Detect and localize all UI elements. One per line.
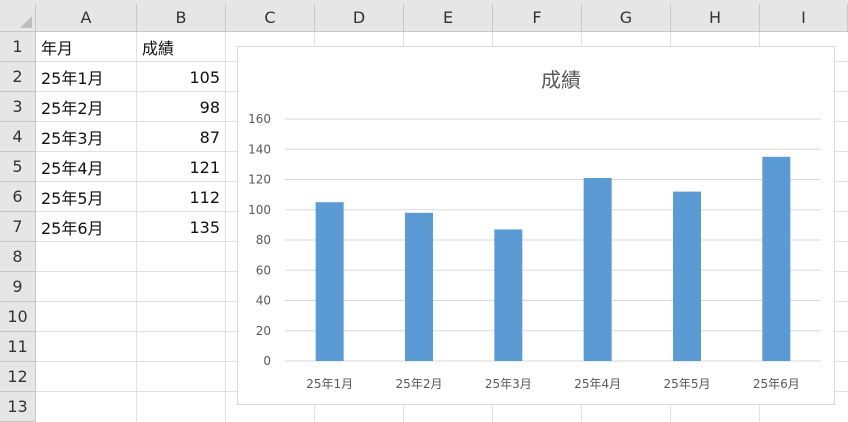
x-tick-label: 25年1月 — [306, 377, 353, 391]
y-tick-label: 0 — [263, 354, 271, 368]
cell-b4[interactable]: 87 — [137, 122, 225, 152]
chart-title: 成績 — [541, 68, 581, 92]
y-tick-label: 100 — [248, 203, 271, 217]
cell-b5[interactable]: 121 — [137, 152, 225, 182]
row-header-7[interactable]: 7 — [0, 212, 36, 242]
chart-bar — [762, 156, 791, 361]
cell-a2[interactable]: 25年1月 — [36, 62, 136, 92]
y-tick-label: 160 — [248, 112, 271, 126]
row-header-9[interactable]: 9 — [0, 272, 36, 302]
row-header-13[interactable]: 13 — [0, 392, 36, 422]
x-tick-label: 25年5月 — [664, 377, 711, 391]
row-header-1[interactable]: 1 — [0, 32, 36, 62]
row-header-12[interactable]: 12 — [0, 362, 36, 392]
cell-b3[interactable]: 98 — [137, 92, 225, 122]
x-tick-label: 25年4月 — [574, 377, 621, 391]
row-header-3[interactable]: 3 — [0, 92, 36, 122]
y-tick-label: 80 — [256, 233, 271, 247]
spreadsheet-grid[interactable]: A B C D E F G H I 1 2 3 4 5 6 7 8 9 10 1… — [0, 0, 848, 422]
column-header-e[interactable]: E — [404, 4, 493, 32]
chart-bar — [673, 191, 701, 361]
column-header-c[interactable]: C — [226, 4, 315, 32]
row-header-10[interactable]: 10 — [0, 302, 36, 332]
chart-bar — [494, 229, 523, 361]
y-tick-label: 140 — [248, 142, 271, 156]
y-tick-label: 120 — [248, 173, 271, 187]
column-header-b[interactable]: B — [137, 4, 226, 32]
select-all-corner[interactable] — [0, 4, 36, 32]
row-header-8[interactable]: 8 — [0, 242, 36, 272]
column-header-g[interactable]: G — [582, 4, 671, 32]
x-tick-label: 25年3月 — [485, 377, 532, 391]
x-tick-label: 25年6月 — [753, 377, 800, 391]
chart-canvas: 成績 0 20 40 60 80 100 120 140 160 25年1月 25年2月 25年3月 25… — [248, 68, 821, 391]
y-tick-label: 60 — [256, 263, 271, 277]
column-header-h[interactable]: H — [671, 4, 760, 32]
column-header-i[interactable]: I — [760, 4, 848, 32]
chart-bar — [405, 212, 433, 361]
embedded-bar-chart[interactable]: 成績 0 20 40 60 80 100 120 140 160 25年1月 25年2月 25年3月 25… — [237, 46, 835, 405]
chart-bar — [583, 177, 612, 361]
cell-a4[interactable]: 25年3月 — [36, 122, 136, 152]
cell-b7[interactable]: 135 — [137, 212, 225, 242]
cell-a6[interactable]: 25年5月 — [36, 182, 136, 212]
cell-b1[interactable]: 成績 — [137, 32, 225, 62]
cell-a5[interactable]: 25年4月 — [36, 152, 136, 182]
chart-bar — [315, 202, 344, 361]
column-header-a[interactable]: A — [36, 4, 137, 32]
y-tick-label: 40 — [256, 294, 271, 308]
row-header-2[interactable]: 2 — [0, 62, 36, 92]
row-header-11[interactable]: 11 — [0, 332, 36, 362]
cell-a3[interactable]: 25年2月 — [36, 92, 136, 122]
row-header-6[interactable]: 6 — [0, 182, 36, 212]
select-all-triangle-icon — [20, 16, 32, 28]
column-header-d[interactable]: D — [315, 4, 404, 32]
cell-b2[interactable]: 105 — [137, 62, 225, 92]
cell-a1[interactable]: 年月 — [36, 32, 136, 62]
column-header-f[interactable]: F — [493, 4, 582, 32]
x-tick-label: 25年2月 — [396, 377, 443, 391]
y-tick-label: 20 — [256, 324, 271, 338]
row-header-5[interactable]: 5 — [0, 152, 36, 182]
cell-a7[interactable]: 25年6月 — [36, 212, 136, 242]
cell-b6[interactable]: 112 — [137, 182, 225, 212]
row-header-4[interactable]: 4 — [0, 122, 36, 152]
